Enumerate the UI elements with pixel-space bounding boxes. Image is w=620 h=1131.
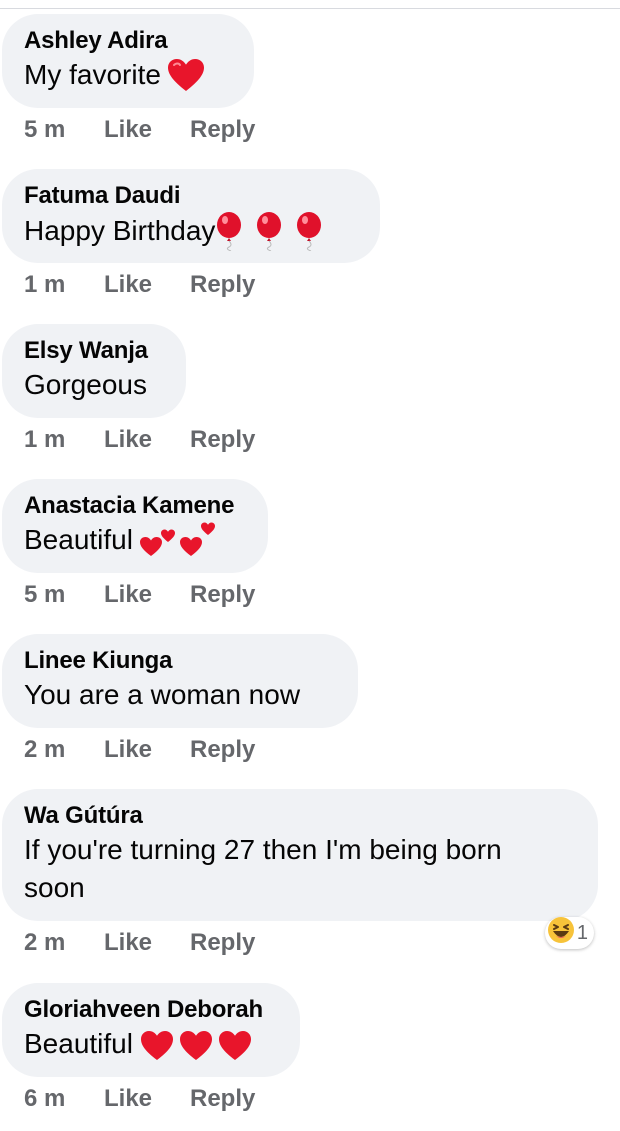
reply-button[interactable]: Reply [190,929,255,957]
like-button[interactable]: Like [104,736,190,764]
reply-button[interactable]: Reply [190,271,255,299]
reply-button[interactable]: Reply [190,581,255,609]
balloons-icon [215,211,331,251]
two-hearts-icon [139,522,219,558]
like-button[interactable]: Like [104,116,190,144]
comment-actions: 5 m Like Reply [24,116,255,144]
comment-time: 2 m [24,929,66,956]
comment-actions: 1 m Like Reply [24,426,255,454]
reaction-count: 1 [576,921,588,944]
like-button[interactable]: Like [104,1085,190,1113]
comment-bubble: Ashley Adira My favorite [2,14,254,108]
comment-text: Beautiful [24,1025,278,1063]
comment-time: 5 m [24,581,66,608]
comment-bubble: Fatuma Daudi Happy Birthday [2,169,380,263]
comment-actions: 5 m Like Reply [24,581,255,609]
comment-author[interactable]: Fatuma Daudi [24,181,358,211]
comment-author[interactable]: Wa Gútúra [24,801,576,831]
comment-author[interactable]: Gloriahveen Deborah [24,995,278,1025]
comment-time: 1 m [24,271,66,298]
comment-text: Gorgeous [24,366,164,404]
comment-bubble: Elsy Wanja Gorgeous [2,324,186,418]
comment-bubble: Linee Kiunga You are a woman now [2,634,358,728]
comment-text-content: If you're turning 27 then I'm being born… [24,834,502,903]
comment-text-content: Gorgeous [24,369,147,400]
comment-text-content: Happy Birthday [24,215,216,246]
reply-button[interactable]: Reply [190,736,255,764]
like-button[interactable]: Like [104,581,190,609]
comment-actions: 2 m Like Reply [24,736,255,764]
comment-text: Beautiful [24,521,246,559]
comment-text: If you're turning 27 then I'm being born… [24,831,564,907]
comment-author[interactable]: Elsy Wanja [24,336,164,366]
comment-bubble: Wa Gútúra If you're turning 27 then I'm … [2,789,598,921]
reaction-count-badge[interactable]: 1 [544,916,594,950]
comment-bubble: Gloriahveen Deborah Beautiful [2,983,300,1077]
comment-text: You are a woman now [24,676,336,714]
comment-time: 2 m [24,736,66,763]
comment-text-content: My favorite [24,59,161,90]
reply-button[interactable]: Reply [190,116,255,144]
comment-time: 1 m [24,426,66,453]
red-heart-icon [167,58,205,92]
comment-text-content: You are a woman now [24,679,301,710]
comment-author[interactable]: Ashley Adira [24,26,232,56]
like-button[interactable]: Like [104,426,190,454]
like-button[interactable]: Like [104,929,190,957]
comment-actions: 1 m Like Reply [24,271,255,299]
comment-author[interactable]: Linee Kiunga [24,646,336,676]
like-button[interactable]: Like [104,271,190,299]
comment-author[interactable]: Anastacia Kamene [24,491,246,521]
reply-button[interactable]: Reply [190,1085,255,1113]
comment-text-content: Beautiful [24,524,133,555]
comment-actions: 6 m Like Reply [24,1085,255,1113]
laughing-emoji-icon [547,916,575,950]
comment-text: Happy Birthday [24,211,358,251]
comment-text: My favorite [24,56,232,94]
reply-button[interactable]: Reply [190,426,255,454]
three-hearts-icon [139,1026,255,1062]
comment-actions: 2 m Like Reply [24,929,255,957]
comment-time: 5 m [24,116,66,143]
comment-bubble: Anastacia Kamene Beautiful [2,479,268,573]
comment-text-content: Beautiful [24,1028,133,1059]
top-divider [0,8,620,9]
comment-time: 6 m [24,1085,66,1112]
